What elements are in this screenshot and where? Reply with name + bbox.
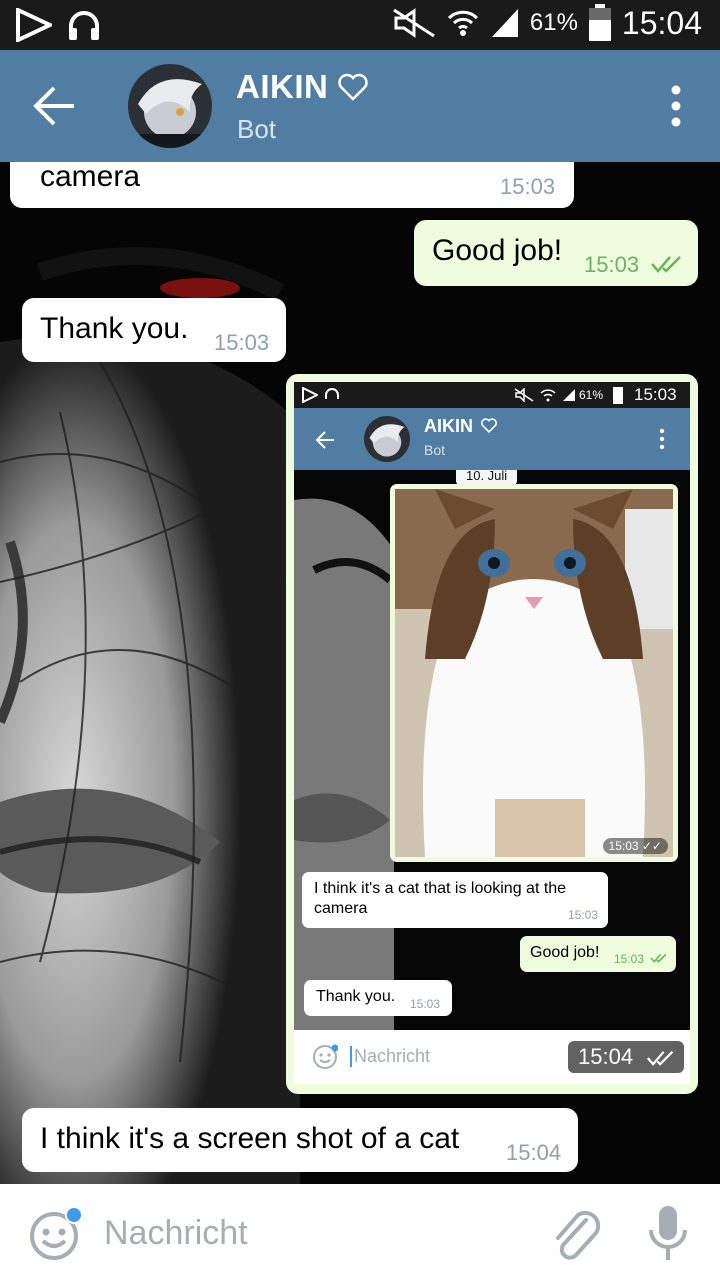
mini-avatar <box>364 416 410 462</box>
mini-input-placeholder: Nachricht <box>350 1046 430 1067</box>
heart-icon <box>338 73 369 101</box>
message-incoming[interactable]: camera 15:03 <box>10 162 574 208</box>
headphones-icon <box>325 388 339 399</box>
message-input-bar: Nachricht <box>0 1184 720 1280</box>
mini-battery-percent: 61% <box>579 388 604 402</box>
signal-icon <box>563 389 575 401</box>
battery-icon <box>588 4 611 41</box>
message-text: I think it's a screen shot of a cat <box>40 1122 460 1155</box>
mute-icon <box>393 8 435 38</box>
chat-header: AIKIN Bot <box>0 50 720 162</box>
battery-percent: 61% <box>529 9 578 36</box>
headphones-icon <box>69 11 99 40</box>
more-vert-icon[interactable] <box>666 84 686 128</box>
mini-chat-title: AIKIN <box>424 416 473 436</box>
shot-time-badge: 15:04 <box>568 1041 684 1073</box>
screenshot-image[interactable]: 61% 15:03 AIKIN Bot 10. Juli 15:03 ✓✓ I … <box>294 382 690 1084</box>
status-time: 15:04 <box>621 4 702 41</box>
mini-status-time: 15:03 <box>634 385 677 404</box>
more-vert-icon <box>659 428 665 450</box>
date-label: 10. Juli <box>456 470 518 485</box>
back-arrow-icon[interactable] <box>30 84 80 128</box>
wifi-icon <box>447 10 478 36</box>
mini-chat-subtitle: Bot <box>424 442 446 458</box>
battery-icon <box>613 387 623 404</box>
back-arrow-icon <box>315 431 334 449</box>
double-check-icon <box>650 953 667 963</box>
mini-chat-area: 10. Juli 15:03 ✓✓ I think it's a cat tha… <box>294 470 690 1030</box>
message-incoming[interactable]: I think it's a screen shot of a cat 15:0… <box>22 1108 578 1172</box>
signal-icon <box>491 9 518 37</box>
mini-message-incoming: Thank you. 15:03 <box>304 980 452 1016</box>
message-time: 15:03 <box>214 330 270 355</box>
message-time: 15:03 <box>584 252 640 277</box>
message-outgoing[interactable]: Good job! 15:03 <box>414 220 698 286</box>
mini-message-incoming: I think it's a cat that is looking at th… <box>302 872 608 928</box>
mini-input-bar: Nachricht 15:04 <box>294 1030 690 1084</box>
message-time: 15:03 <box>500 174 556 199</box>
message-incoming[interactable]: Thank you. 15:03 <box>22 298 286 362</box>
heart-icon <box>481 418 497 433</box>
avatar[interactable] <box>128 64 212 148</box>
message-text: Thank you. <box>40 312 189 345</box>
message-text: Good job! <box>432 234 563 267</box>
cat-photo <box>395 489 673 857</box>
play-icon <box>16 8 52 42</box>
double-check-icon <box>646 1051 674 1066</box>
cat-photo-bubble: 15:03 ✓✓ <box>390 484 678 862</box>
double-check-icon <box>651 256 681 273</box>
mic-icon[interactable] <box>646 1204 690 1264</box>
play-icon <box>302 387 318 403</box>
paperclip-icon[interactable] <box>552 1204 602 1260</box>
wifi-icon <box>540 389 556 402</box>
photo-message[interactable]: 61% 15:03 AIKIN Bot 10. Juli 15:03 ✓✓ I … <box>286 374 698 1094</box>
chat-subtitle: Bot <box>237 114 277 144</box>
message-time: 15:04 <box>506 1140 562 1165</box>
chat-area[interactable]: camera 15:03 Good job! 15:03 Thank you. … <box>0 162 720 1184</box>
mute-icon <box>514 388 534 402</box>
emoji-icon <box>313 1044 338 1069</box>
message-text: camera <box>40 162 141 193</box>
chat-title: AIKIN <box>236 68 369 106</box>
photo-time: 15:03 ✓✓ <box>602 838 668 854</box>
message-input[interactable]: Nachricht <box>104 1214 248 1253</box>
status-bar: 61% 15:04 <box>0 0 720 50</box>
mini-status-bar: 61% 15:03 <box>294 382 690 408</box>
mini-message-outgoing: Good job! 15:03 <box>520 936 676 972</box>
mini-chat-header: AIKIN Bot <box>294 408 690 470</box>
emoji-icon[interactable] <box>28 1206 84 1262</box>
